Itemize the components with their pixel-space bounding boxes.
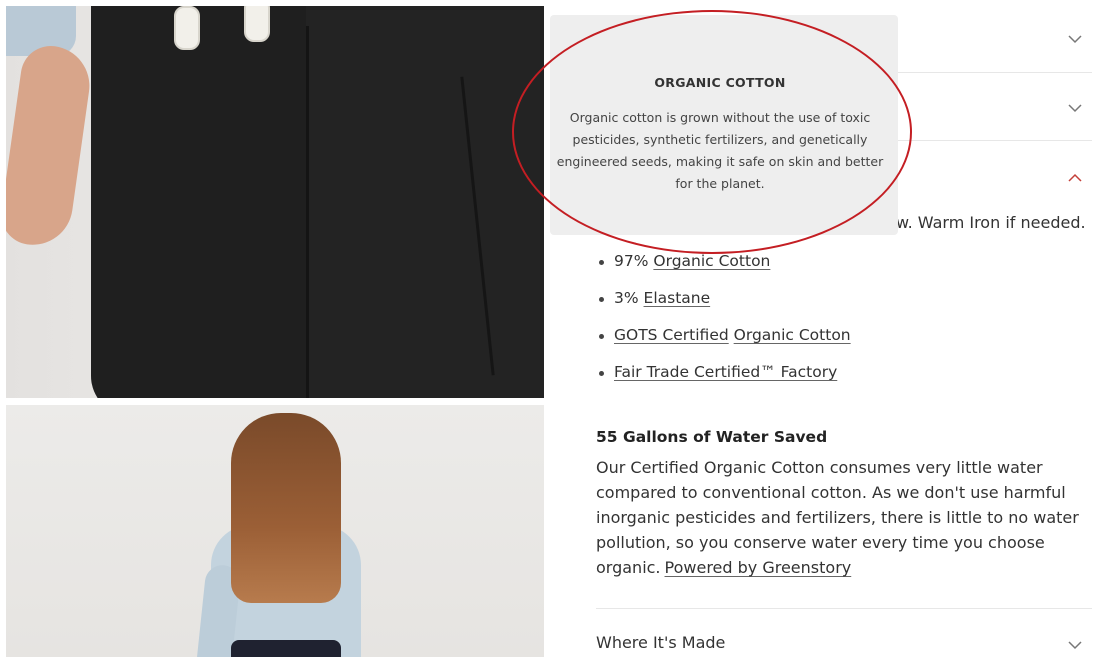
elastane-link[interactable]: Elastane	[644, 289, 711, 307]
greenstory-link[interactable]: Powered by Greenstory	[665, 558, 852, 577]
hand-shape	[6, 42, 95, 250]
care-instructions: w. Warm Iron if needed.	[896, 213, 1086, 232]
pants-right-leg	[306, 6, 544, 398]
list-item: 3% Elastane	[598, 285, 851, 322]
water-saved-title: 55 Gallons of Water Saved	[596, 428, 828, 446]
accordion-divider	[596, 608, 1092, 609]
composition-list: 97% Organic Cotton 3% Elastane GOTS Cert…	[598, 248, 851, 396]
water-saved-description: Our Certified Organic Cotton consumes ve…	[596, 455, 1094, 580]
chevron-down-icon[interactable]	[1067, 34, 1083, 44]
organic-cotton-link[interactable]: Organic Cotton	[653, 252, 770, 270]
gots-certified-link[interactable]: GOTS Certified	[614, 326, 729, 344]
list-item: Fair Trade Certified™ Factory	[598, 359, 851, 396]
product-photo-back[interactable]	[6, 405, 544, 657]
organic-cotton-tooltip: ORGANIC COTTON Organic cotton is grown w…	[550, 15, 898, 235]
chevron-up-icon[interactable]	[1067, 173, 1083, 183]
tooltip-body: Organic cotton is grown without the use …	[556, 110, 884, 191]
chevron-down-icon[interactable]	[1067, 640, 1083, 650]
product-photo-front[interactable]	[6, 6, 544, 398]
drawstring-left	[174, 6, 200, 50]
drawstring-right	[244, 6, 270, 42]
tooltip-title: ORGANIC COTTON	[654, 75, 786, 90]
pants-seam	[306, 26, 309, 398]
list-item: GOTS Certified Organic Cotton	[598, 322, 851, 359]
hair-shape	[231, 413, 341, 603]
list-item: 97% Organic Cotton	[598, 248, 851, 285]
fair-trade-link[interactable]: Fair Trade Certified™ Factory	[614, 363, 837, 381]
jeans-shape	[231, 640, 341, 657]
organic-cotton-link[interactable]: Organic Cotton	[734, 326, 851, 344]
where-its-made-header[interactable]: Where It's Made	[596, 633, 725, 652]
chevron-down-icon[interactable]	[1067, 103, 1083, 113]
composition-percent: 3%	[614, 289, 644, 307]
composition-percent: 97%	[614, 252, 654, 270]
